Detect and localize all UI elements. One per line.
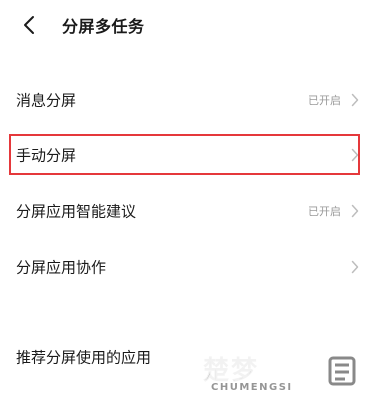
- row-status: 已开启: [308, 94, 341, 107]
- chevron-right-icon: [350, 260, 360, 274]
- settings-row-message-split[interactable]: 消息分屏 已开启: [0, 76, 373, 124]
- chevron-right-icon: [350, 204, 360, 218]
- split-screen-settings-screen: 分屏多任务 消息分屏 已开启 手动分屏 分屏应用智能建议 已开启 分屏应用协作 …: [0, 0, 373, 403]
- row-label: 推荐分屏使用的应用: [16, 348, 152, 367]
- header-bar: 分屏多任务: [0, 0, 373, 52]
- settings-row-manual-split[interactable]: 手动分屏: [0, 131, 373, 179]
- page-title: 分屏多任务: [62, 17, 145, 36]
- row-label: 分屏应用协作: [16, 258, 107, 277]
- settings-row-app-collaboration[interactable]: 分屏应用协作: [0, 243, 373, 291]
- back-arrow-icon: [24, 16, 34, 34]
- watermark-subtext: CHUMENGSI: [211, 382, 293, 393]
- row-label: 分屏应用智能建议: [16, 202, 137, 221]
- settings-row-smart-suggestion[interactable]: 分屏应用智能建议 已开启: [0, 187, 373, 235]
- row-label: 消息分屏: [16, 91, 77, 110]
- row-label: 手动分屏: [16, 146, 77, 165]
- back-button[interactable]: [14, 10, 44, 40]
- chevron-right-icon: [350, 93, 360, 107]
- chevron-right-icon: [350, 148, 360, 162]
- row-status: 已开启: [308, 205, 341, 218]
- settings-row-recommended-apps[interactable]: 推荐分屏使用的应用: [0, 333, 373, 381]
